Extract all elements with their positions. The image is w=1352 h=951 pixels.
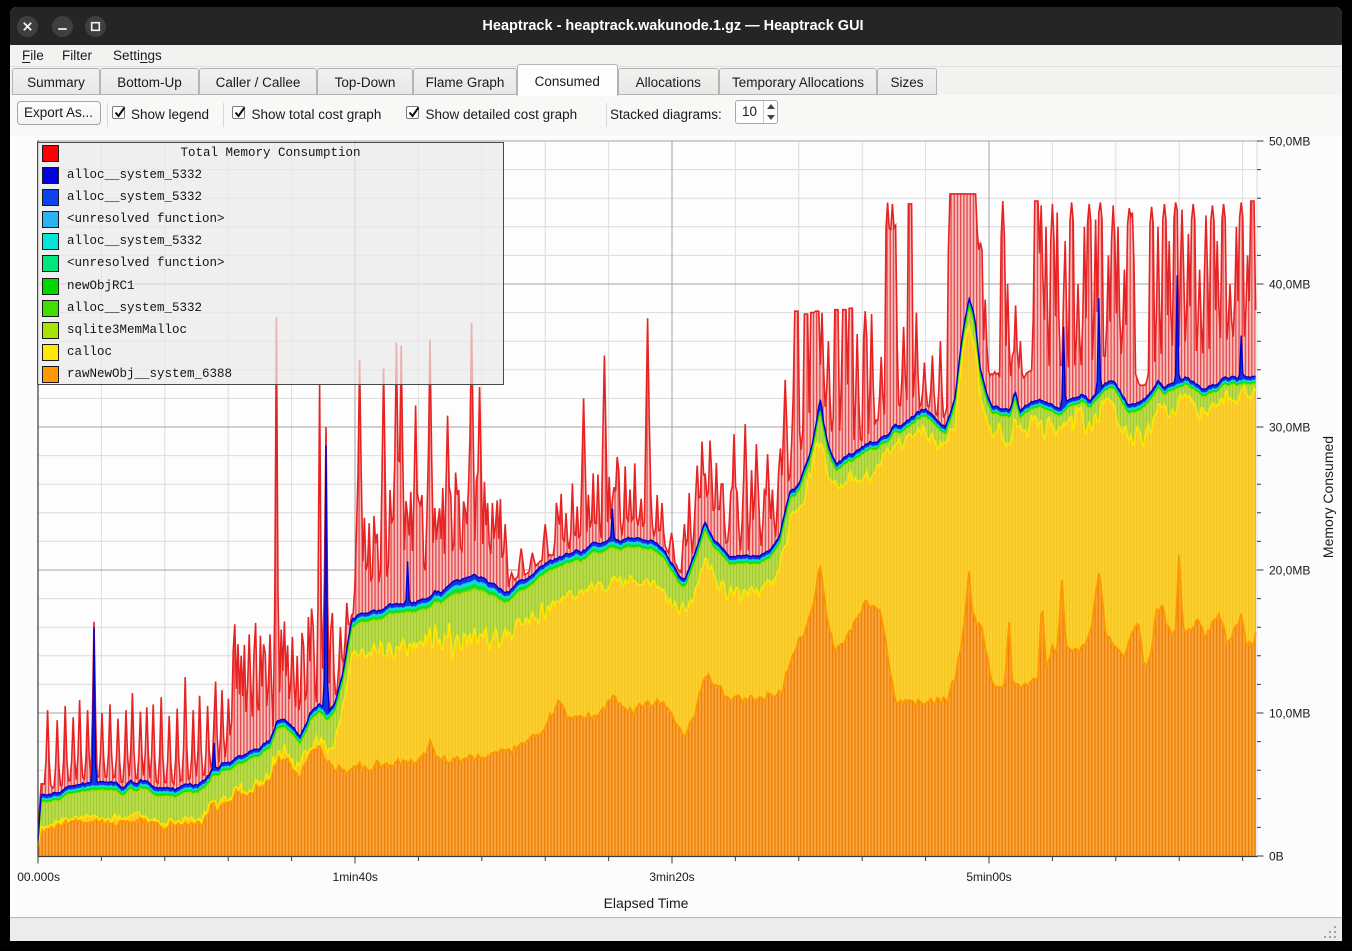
svg-text:0B: 0B <box>1269 850 1284 864</box>
svg-text:00.000s: 00.000s <box>17 870 60 884</box>
svg-text:5min00s: 5min00s <box>966 870 1011 884</box>
svg-text:3min20s: 3min20s <box>649 870 694 884</box>
svg-text:40,0MB: 40,0MB <box>1269 278 1310 292</box>
svg-text:10,0MB: 10,0MB <box>1269 707 1310 721</box>
svg-text:30,0MB: 30,0MB <box>1269 421 1310 435</box>
svg-text:50,0MB: 50,0MB <box>1269 135 1310 149</box>
svg-text:20,0MB: 20,0MB <box>1269 564 1310 578</box>
svg-text:1min40s: 1min40s <box>333 870 378 884</box>
svg-text:Memory Consumed: Memory Consumed <box>1320 436 1336 558</box>
svg-text:Elapsed Time: Elapsed Time <box>604 895 689 911</box>
